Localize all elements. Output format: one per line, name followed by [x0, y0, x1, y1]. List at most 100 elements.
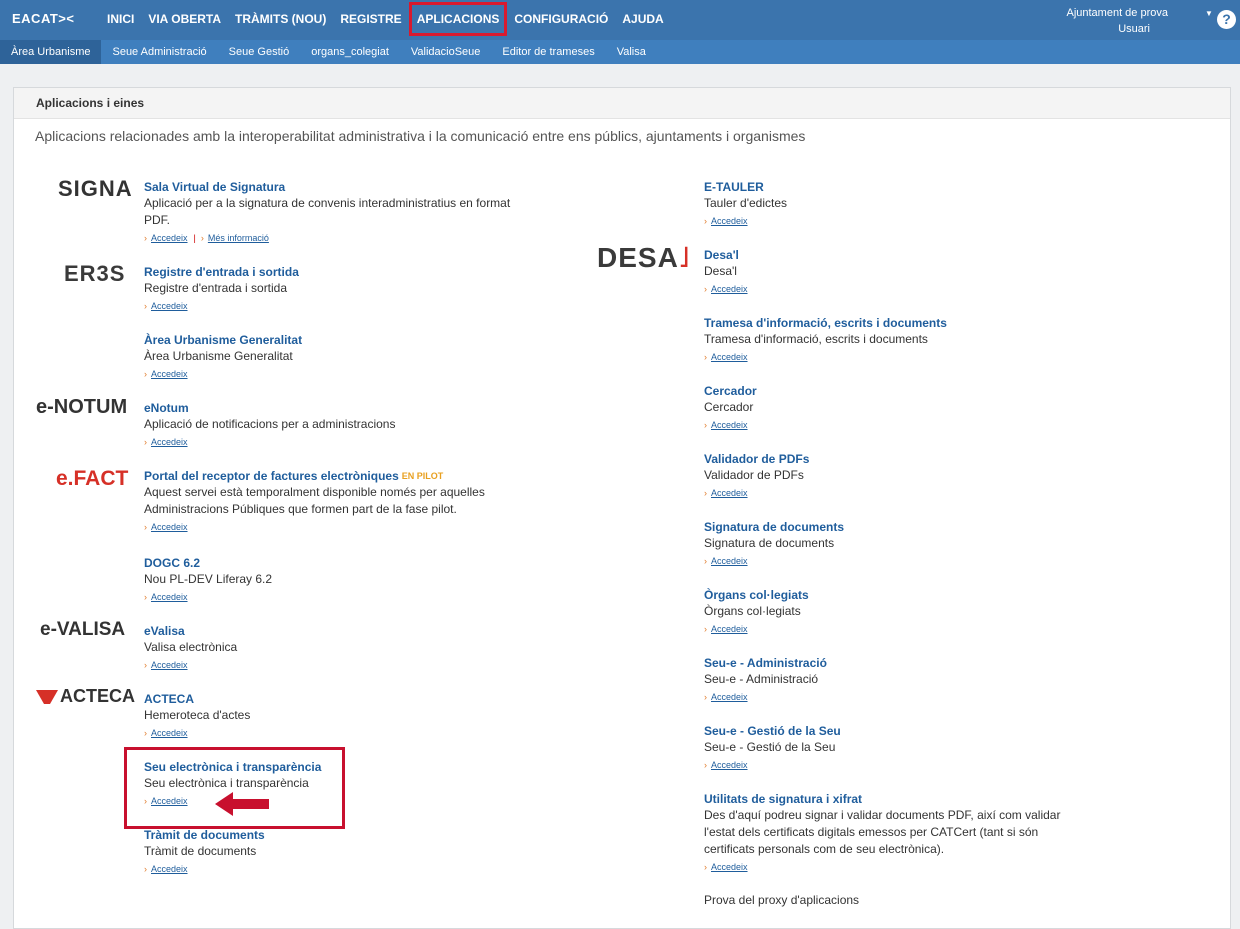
access-link[interactable]: Accedeix: [711, 624, 748, 634]
sub-navbar: Àrea Urbanisme Seue Administració Seue G…: [0, 40, 1240, 64]
access-link[interactable]: Accedeix: [711, 556, 748, 566]
desa-mark-icon: ˩: [678, 242, 691, 273]
app-title[interactable]: Tramesa d'informació, escrits i document…: [704, 315, 1074, 331]
app-desal: Desa'l Desa'l › Accedeix: [704, 247, 1074, 296]
evalisa-logo: e-VALISA: [40, 619, 126, 640]
user-menu[interactable]: Ajuntament de prova Usuari: [1066, 5, 1168, 37]
access-link[interactable]: Accedeix: [151, 437, 188, 447]
app-title[interactable]: Seu-e - Administració: [704, 655, 1074, 671]
nav-configuracio[interactable]: CONFIGURACIÓ: [507, 0, 615, 40]
chevron-right-icon: ›: [144, 728, 147, 738]
organization-name: Ajuntament de prova: [1066, 7, 1168, 19]
app-description: Tramesa d'informació, escrits i document…: [704, 332, 928, 346]
app-description: Aquest servei està temporalment disponib…: [144, 485, 485, 516]
access-link[interactable]: Accedeix: [711, 352, 748, 362]
app-description: Valisa electrònica: [144, 640, 238, 654]
highlight-box: [124, 747, 345, 829]
app-title[interactable]: DOGC 6.2: [144, 555, 514, 571]
app-dogc: DOGC 6.2 Nou PL-DEV Liferay 6.2 › Accedei…: [144, 555, 514, 604]
access-link[interactable]: Accedeix: [711, 420, 748, 430]
app-description: Tràmit de documents: [144, 844, 257, 858]
app-title-text: Portal del receptor de factures electròn…: [144, 469, 399, 483]
app-title[interactable]: Signatura de documents: [704, 519, 1074, 535]
app-title[interactable]: Desa'l: [704, 247, 1074, 263]
app-title[interactable]: Tràmit de documents: [144, 827, 514, 843]
eres-logo: ER3S: [64, 261, 126, 286]
acteca-mark-icon: [36, 690, 58, 704]
pilot-badge: EN PILOT: [401, 471, 444, 481]
access-link[interactable]: Accedeix: [711, 760, 748, 770]
app-title[interactable]: Portal del receptor de factures electròn…: [144, 468, 514, 484]
chevron-right-icon: ›: [200, 233, 204, 243]
arrow-left-icon: [215, 792, 269, 816]
access-link[interactable]: Accedeix: [151, 660, 188, 670]
subnav-valisa[interactable]: Valisa: [606, 40, 657, 64]
app-seue-administracio: Seu-e - Administració Seu-e - Administra…: [704, 655, 1074, 704]
access-link[interactable]: Accedeix: [151, 728, 188, 738]
access-link[interactable]: Accedeix: [711, 692, 748, 702]
chevron-right-icon: ›: [144, 522, 147, 532]
app-description: Òrgans col·legiats: [704, 604, 801, 618]
app-efact: Portal del receptor de factures electròn…: [144, 468, 514, 534]
subnav-validacio-seue[interactable]: ValidacioSeue: [400, 40, 492, 64]
access-link[interactable]: Accedeix: [151, 592, 188, 602]
access-link[interactable]: Accedeix: [151, 522, 188, 532]
desa-logo: DESA˩: [597, 242, 691, 274]
app-description: Àrea Urbanisme Generalitat: [144, 349, 293, 363]
nav-ajuda[interactable]: AJUDA: [615, 0, 670, 40]
chevron-right-icon: ›: [704, 556, 707, 566]
access-link[interactable]: Accedeix: [151, 369, 188, 379]
app-title[interactable]: Seu-e - Gestió de la Seu: [704, 723, 1074, 739]
nav-aplicacions[interactable]: APLICACIONS: [408, 2, 508, 36]
nav-tramits[interactable]: TRÀMITS (NOU): [228, 0, 333, 40]
access-link[interactable]: Accedeix: [151, 301, 188, 311]
subnav-area-urbanisme[interactable]: Àrea Urbanisme: [0, 40, 102, 64]
nav-inici[interactable]: INICI: [100, 0, 141, 40]
app-title[interactable]: ACTECA: [144, 691, 514, 707]
efact-logo: e.FACT: [56, 467, 129, 490]
app-title[interactable]: Sala Virtual de Signatura: [144, 179, 514, 195]
app-description: Seu-e - Gestió de la Seu: [704, 740, 836, 754]
help-icon[interactable]: ?: [1217, 10, 1236, 29]
app-title[interactable]: Utilitats de signatura i xifrat: [704, 791, 1074, 807]
user-dropdown-icon[interactable]: ▼: [1205, 9, 1213, 18]
more-info-link[interactable]: Més informació: [208, 233, 269, 243]
app-title[interactable]: Àrea Urbanisme Generalitat: [144, 332, 514, 348]
app-utilitats-signatura: Utilitats de signatura i xifrat Des d'aq…: [704, 791, 1074, 874]
panel-title: Aplicacions i eines: [14, 88, 1230, 119]
access-link[interactable]: Accedeix: [711, 862, 748, 872]
nav-via-oberta[interactable]: VIA OBERTA: [141, 0, 228, 40]
app-description: Validador de PDFs: [704, 468, 804, 482]
chevron-right-icon: ›: [704, 284, 707, 294]
access-link[interactable]: Accedeix: [711, 216, 748, 226]
desa-logo-text: DESA: [597, 242, 679, 273]
subnav-seue-administracio[interactable]: Seue Administració: [101, 40, 217, 64]
app-description: Aplicació per a la signatura de convenis…: [144, 196, 511, 227]
app-organs-collegiats: Òrgans col·legiats Òrgans col·legiats › A…: [704, 587, 1074, 636]
app-title[interactable]: eNotum: [144, 400, 514, 416]
access-link[interactable]: Accedeix: [711, 284, 748, 294]
enotum-logo: e-NOTUM: [36, 396, 128, 418]
subnav-organs-colegiat[interactable]: organs_colegiat: [300, 40, 400, 64]
chevron-right-icon: ›: [704, 624, 707, 634]
link-separator: |: [193, 233, 196, 243]
access-link[interactable]: Accedeix: [151, 864, 188, 874]
app-title[interactable]: E-TAULER: [704, 179, 1074, 195]
app-title[interactable]: Cercador: [704, 383, 1074, 399]
nav-registre[interactable]: REGISTRE: [333, 0, 408, 40]
access-link[interactable]: Accedeix: [711, 488, 748, 498]
app-description: Desa'l: [704, 264, 737, 278]
chevron-right-icon: ›: [144, 592, 147, 602]
app-description: Des d'aquí podreu signar i validar docum…: [704, 808, 1061, 856]
app-description: Registre d'entrada i sortida: [144, 281, 288, 295]
app-title[interactable]: Òrgans col·legiats: [704, 587, 1074, 603]
app-title[interactable]: eValisa: [144, 623, 514, 639]
subnav-seue-gestio[interactable]: Seue Gestió: [218, 40, 301, 64]
eacat-logo[interactable]: EACAT><: [12, 11, 75, 26]
subnav-editor-trameses[interactable]: Editor de trameses: [491, 40, 605, 64]
app-description: Signatura de documents: [704, 536, 835, 550]
app-title[interactable]: Validador de PDFs: [704, 451, 1074, 467]
panel-intro: Aplicacions relacionades amb la interope…: [35, 128, 806, 144]
app-title[interactable]: Registre d'entrada i sortida: [144, 264, 514, 280]
access-link[interactable]: Accedeix: [151, 233, 188, 243]
